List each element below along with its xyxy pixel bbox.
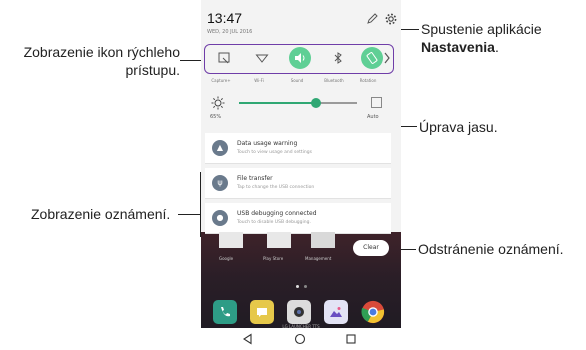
edit-pen-icon[interactable] <box>365 12 379 26</box>
sound-icon <box>295 53 305 63</box>
notification-item[interactable]: ● USB debugging connected Touch to disab… <box>205 203 391 234</box>
notification-title: USB debugging connected <box>237 210 317 217</box>
brightness-slider-fill <box>239 102 316 104</box>
home-app-label: Management <box>305 256 332 261</box>
recents-square-icon[interactable] <box>344 332 358 346</box>
notification-title: File transfer <box>237 175 273 182</box>
home-app-playstore[interactable] <box>267 232 291 248</box>
notification-item[interactable]: ▲ Data usage warning Touch to view usage… <box>205 133 391 164</box>
brightness-sun-icon <box>211 96 225 110</box>
wifi-icon <box>255 54 269 63</box>
qs-sound-button[interactable] <box>289 47 311 69</box>
qs-label-rotation: Rotation <box>359 78 377 83</box>
warning-icon: ▲ <box>212 140 228 156</box>
notification-subtitle: Touch to disable USB debugging. <box>237 220 311 225</box>
callout-settings-prefix: Spustenie aplikácie <box>421 21 542 37</box>
chrome-icon <box>361 300 385 324</box>
callout-settings-bold: Nastavenia <box>421 39 495 55</box>
clear-notifications-button[interactable]: Clear <box>353 240 389 256</box>
notif-glyph: ψ <box>217 178 223 187</box>
capture-icon <box>218 52 230 64</box>
qs-label-bluetooth: Bluetooth <box>324 78 344 83</box>
brightness-slider-thumb[interactable] <box>310 98 321 108</box>
usb-icon: ψ <box>212 175 228 191</box>
qs-label-capture: Capture+ <box>211 78 231 83</box>
phone-icon <box>221 307 230 317</box>
qs-label-sound: Sound <box>290 78 304 83</box>
notif-glyph: ▲ <box>216 143 224 152</box>
callout-brightness: Úprava jasu. <box>419 119 498 135</box>
android-icon: ● <box>212 210 228 226</box>
camera-icon <box>294 307 304 317</box>
settings-gear-icon[interactable] <box>384 12 398 26</box>
callout-line-notifications-h <box>178 214 201 215</box>
callout-settings-suffix: . <box>494 39 499 55</box>
home-app-label: Play Store <box>263 256 284 261</box>
home-app-google[interactable] <box>219 232 243 248</box>
bluetooth-icon <box>334 52 342 64</box>
callout-clear: Odstránenie oznámení. <box>418 241 564 257</box>
phone-screen: 13:47 WED, 20 JUL 2016 Capture+ Wi-Fi So… <box>201 0 401 350</box>
dock-phone-app[interactable] <box>213 300 237 324</box>
notif-glyph: ● <box>216 213 224 222</box>
callout-quick-access: Zobrazenie ikon rýchleho prístupu. <box>23 44 180 78</box>
page-indicator-dot <box>296 285 299 288</box>
callout-notifications: Zobrazenie oznámení. <box>31 206 171 222</box>
qs-capture-button[interactable] <box>213 47 235 69</box>
status-date: WED, 20 JUL 2016 <box>207 29 253 35</box>
qs-bluetooth-button[interactable] <box>327 47 349 69</box>
navigation-bar <box>201 328 401 350</box>
auto-brightness-checkbox[interactable] <box>371 97 382 108</box>
auto-brightness-label: Auto <box>367 114 379 120</box>
status-time: 13:47 <box>207 10 243 26</box>
dock-gallery-app[interactable] <box>324 300 348 324</box>
chevron-right-icon[interactable] <box>383 51 391 65</box>
gallery-icon <box>330 307 342 317</box>
dock-chrome-app[interactable] <box>361 300 385 324</box>
home-app-label: Google <box>219 256 234 261</box>
home-app-management[interactable] <box>311 232 335 248</box>
dock-messages-app[interactable] <box>250 300 274 324</box>
quick-settings-panel <box>204 44 394 74</box>
home-circle-icon[interactable] <box>293 332 307 346</box>
notification-subtitle: Touch to view usage and settings <box>237 150 312 155</box>
notification-title: Data usage warning <box>237 140 298 147</box>
brightness-slider[interactable] <box>239 98 357 108</box>
dock-camera-app[interactable] <box>287 300 311 324</box>
back-triangle-icon[interactable] <box>241 332 255 346</box>
page-indicator-dot <box>304 285 307 288</box>
notification-shade: 13:47 WED, 20 JUL 2016 Capture+ Wi-Fi So… <box>201 0 401 234</box>
callout-settings: Spustenie aplikácie Nastavenia. <box>421 20 586 56</box>
qs-label-wifi: Wi-Fi <box>254 78 264 83</box>
notification-item[interactable]: ψ File transfer Tap to change the USB co… <box>205 168 391 199</box>
qs-rotation-button[interactable] <box>361 47 383 69</box>
rotation-icon <box>366 52 378 64</box>
brightness-percent: 65% <box>210 114 222 120</box>
message-icon <box>257 308 267 317</box>
qs-wifi-button[interactable] <box>251 47 273 69</box>
notification-subtitle: Tap to change the USB connection <box>237 185 315 190</box>
